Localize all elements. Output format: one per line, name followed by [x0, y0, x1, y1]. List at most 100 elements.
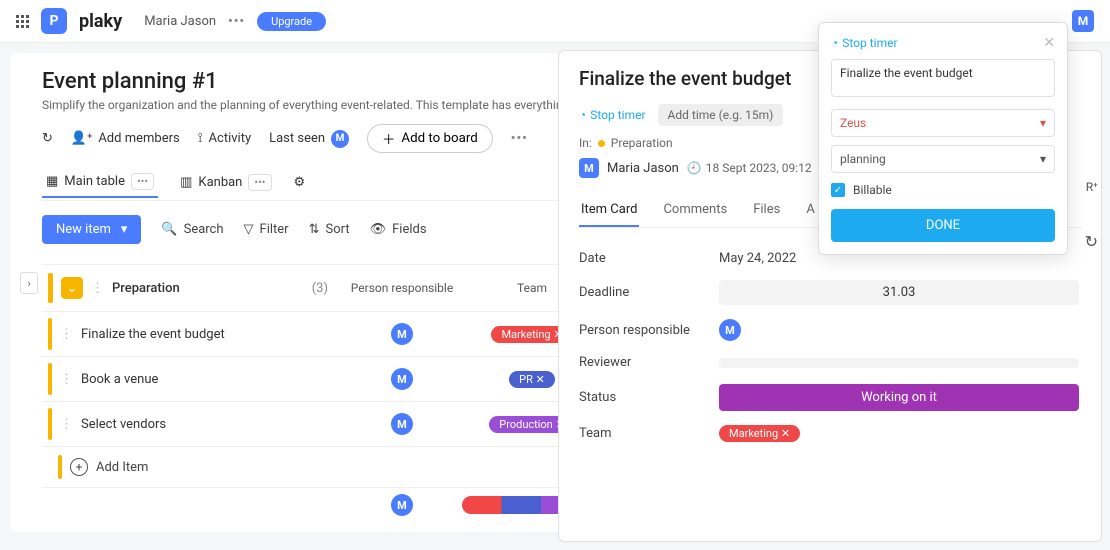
add-item-label: Add Item	[96, 460, 148, 475]
group-color-dot	[598, 140, 605, 147]
search-button[interactable]: 🔍 Search	[161, 222, 223, 237]
sync-icon[interactable]: ↻	[1085, 232, 1098, 251]
tab-more[interactable]: A	[804, 194, 816, 227]
chevron-down-icon: ▾	[1040, 116, 1046, 130]
cell-person[interactable]: M	[342, 323, 462, 345]
stop-timer-link[interactable]: ◔ Stop timer	[579, 108, 646, 122]
activity-button[interactable]: ⟟ Activity	[198, 131, 251, 146]
plus-icon: ＋	[382, 129, 395, 148]
tab-kanban[interactable]: ▥ Kanban •••	[176, 168, 275, 197]
detail-group-name[interactable]: Preparation	[611, 136, 673, 150]
person-avatar: M	[391, 368, 413, 390]
field-person-avatar[interactable]: M	[719, 319, 741, 341]
tab-files[interactable]: Files	[751, 194, 782, 227]
side-action-icon[interactable]: R⁺	[1086, 180, 1098, 194]
group-color-bar	[48, 273, 53, 303]
user-avatar-badge[interactable]: M	[1072, 10, 1094, 32]
field-value-box[interactable]	[719, 358, 1079, 368]
gear-icon[interactable]: ⚙	[294, 175, 306, 190]
team-pill[interactable]: Marketing ✕	[719, 425, 800, 442]
person-avatar: M	[391, 413, 413, 435]
logo-text: plaky	[79, 11, 122, 32]
apps-grid-icon[interactable]	[16, 15, 29, 28]
project-value: Zeus	[840, 116, 866, 130]
add-members-button[interactable]: 👤⁺ Add members	[71, 131, 180, 146]
current-user-name[interactable]: Maria Jason	[144, 14, 216, 29]
billable-label: Billable	[853, 183, 892, 197]
tab-comments[interactable]: Comments	[661, 194, 729, 227]
field-value-box[interactable]: 31.03	[719, 280, 1079, 305]
filter-button[interactable]: ▽Filter	[244, 222, 289, 237]
field-reviewer: Reviewer	[579, 348, 1081, 377]
timestamp-text: 18 Sept 2023, 09:12	[706, 161, 812, 175]
billable-toggle[interactable]: ✓ Billable	[831, 183, 1055, 197]
chevron-down-icon: ▾	[1040, 152, 1046, 166]
popup-header-label: Stop timer	[842, 36, 897, 50]
tab-options-icon[interactable]: •••	[248, 174, 271, 191]
main-table-label: Main table	[64, 174, 125, 189]
tab-options-icon[interactable]: •••	[131, 173, 154, 190]
column-header-person[interactable]: Person responsible	[342, 273, 462, 303]
last-seen-label: Last seen	[269, 131, 325, 146]
search-icon: 🔍	[161, 222, 177, 237]
sort-icon: ⇅	[309, 222, 320, 237]
clock-icon: 🕘	[687, 161, 702, 175]
add-to-board-label: Add to board	[401, 131, 477, 146]
fields-button[interactable]: 👁Fields	[370, 222, 427, 237]
search-label: Search	[184, 222, 224, 237]
item-name[interactable]: Select vendors	[81, 417, 166, 432]
last-seen-indicator[interactable]: Last seen M	[269, 130, 349, 148]
item-name[interactable]: Book a venue	[81, 372, 158, 387]
timer-task-input[interactable]	[831, 59, 1055, 97]
header-more-icon[interactable]: •••	[228, 14, 245, 29]
stop-timer-popup: ◔ Stop timer ✕ Zeus ▾ planning ▾ ✓ Billa…	[818, 22, 1068, 255]
upgrade-button[interactable]: Upgrade	[257, 12, 326, 31]
close-icon[interactable]: ✕	[1043, 35, 1055, 51]
drag-icon[interactable]: ⋮	[60, 372, 73, 387]
sort-button[interactable]: ⇅ Sort	[309, 222, 350, 237]
drag-icon[interactable]: ⋮	[60, 327, 73, 342]
group-color-bar	[58, 455, 62, 479]
logo-badge: P	[41, 8, 67, 34]
group-color-bar	[48, 363, 52, 395]
field-label: Person responsible	[579, 323, 719, 338]
add-members-label: Add members	[98, 131, 179, 146]
timer-tag-select[interactable]: planning ▾	[831, 145, 1055, 173]
drag-icon[interactable]: ⋮	[60, 417, 73, 432]
field-status: Status Working on it	[579, 377, 1081, 418]
cell-person[interactable]: M	[342, 368, 462, 390]
tab-item-card[interactable]: Item Card	[579, 194, 639, 227]
expand-handle[interactable]: ›	[20, 272, 38, 294]
field-label: Date	[579, 251, 719, 266]
status-pill[interactable]: Working on it	[719, 384, 1079, 411]
group-name[interactable]: Preparation	[112, 281, 180, 296]
detail-timestamp: 🕘 18 Sept 2023, 09:12	[687, 161, 812, 175]
item-name[interactable]: Finalize the event budget	[81, 327, 225, 342]
drag-icon[interactable]: ⋮	[91, 281, 104, 296]
add-to-board-button[interactable]: ＋ Add to board	[367, 124, 493, 153]
timer-project-select[interactable]: Zeus ▾	[831, 109, 1055, 137]
field-label: Team	[579, 426, 719, 441]
toolbar-more-icon[interactable]: •••	[511, 131, 528, 146]
person-avatar: M	[391, 323, 413, 345]
cell-person[interactable]: M	[342, 413, 462, 435]
field-person: Person responsible M	[579, 312, 1081, 348]
field-label: Reviewer	[579, 355, 719, 370]
detail-person-name: Maria Jason	[607, 161, 679, 176]
tab-main-table[interactable]: ▦ Main table •••	[42, 167, 158, 198]
add-time-input[interactable]: Add time (e.g. 15m)	[658, 104, 784, 126]
in-label: In:	[579, 136, 592, 150]
collapse-icon[interactable]: ⌄	[61, 277, 83, 299]
field-team: Team Marketing ✕	[579, 418, 1081, 449]
eye-icon: 👁	[370, 222, 387, 237]
new-item-button[interactable]: New item ▾	[42, 215, 141, 244]
person-plus-icon: 👤⁺	[71, 131, 92, 146]
sync-icon[interactable]: ↻	[42, 131, 53, 146]
checkbox-checked-icon: ✓	[831, 183, 845, 197]
kanban-icon: ▥	[180, 175, 192, 190]
tag-value: planning	[840, 152, 886, 166]
done-button[interactable]: DONE	[831, 209, 1055, 242]
new-item-label: New item	[56, 222, 111, 237]
sort-label: Sort	[326, 222, 350, 237]
group-color-bar	[48, 318, 52, 350]
